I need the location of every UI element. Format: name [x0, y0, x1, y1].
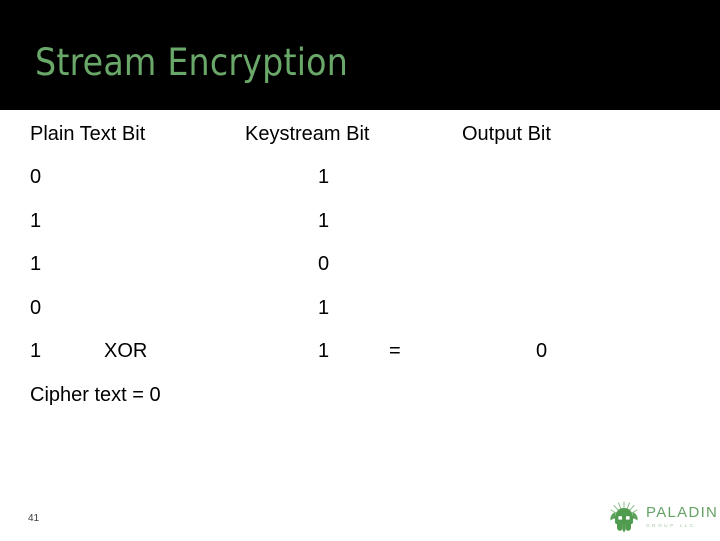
cell-keystream-bit: 1: [318, 166, 330, 188]
paladin-helmet-icon: [606, 500, 642, 536]
table-row: 1 0: [0, 249, 720, 279]
table-row: 0 1: [0, 162, 720, 192]
cell-keystream-bit: 0: [318, 253, 330, 275]
column-header-keystream-bit: Keystream Bit: [245, 123, 370, 145]
cell-plain-bit: 1: [30, 210, 42, 232]
paladin-logo-text: PALADIN GROUP LLC: [646, 504, 719, 529]
table-row: 0 1: [0, 293, 720, 323]
cell-plain-bit: 0: [30, 166, 42, 188]
logo-wordmark: PALADIN: [646, 504, 719, 521]
cell-keystream-bit: 1: [318, 210, 330, 232]
cell-keystream-bit: 1: [318, 297, 330, 319]
cell-output-bit: 0: [536, 340, 548, 362]
column-header-plain-text-bit: Plain Text Bit: [30, 123, 146, 145]
table-row: 1 1: [0, 206, 720, 236]
bit-table: Plain Text Bit Keystream Bit Output Bit …: [0, 110, 720, 430]
column-header-output-bit: Output Bit: [462, 123, 551, 145]
table-header-row: Plain Text Bit Keystream Bit Output Bit: [0, 119, 720, 149]
cell-operator: XOR: [104, 340, 148, 362]
logo-subtitle: GROUP LLC: [646, 523, 696, 528]
slide-canvas: Stream Encryption Plain Text Bit Keystre…: [0, 0, 720, 540]
paladin-logo: PALADIN GROUP LLC: [606, 500, 719, 536]
page-number: 41: [28, 513, 40, 524]
cell-keystream-bit: 1: [318, 340, 330, 362]
cell-plain-bit: 0: [30, 297, 42, 319]
cell-plain-bit: 1: [30, 253, 42, 275]
cell-plain-bit: 1: [30, 340, 42, 362]
cipher-text-result: Cipher text = 0: [30, 384, 161, 406]
table-row: 1 XOR 1 = 0: [0, 336, 720, 366]
page-title: Stream Encryption: [35, 41, 349, 84]
cell-equals-sign: =: [389, 340, 401, 362]
